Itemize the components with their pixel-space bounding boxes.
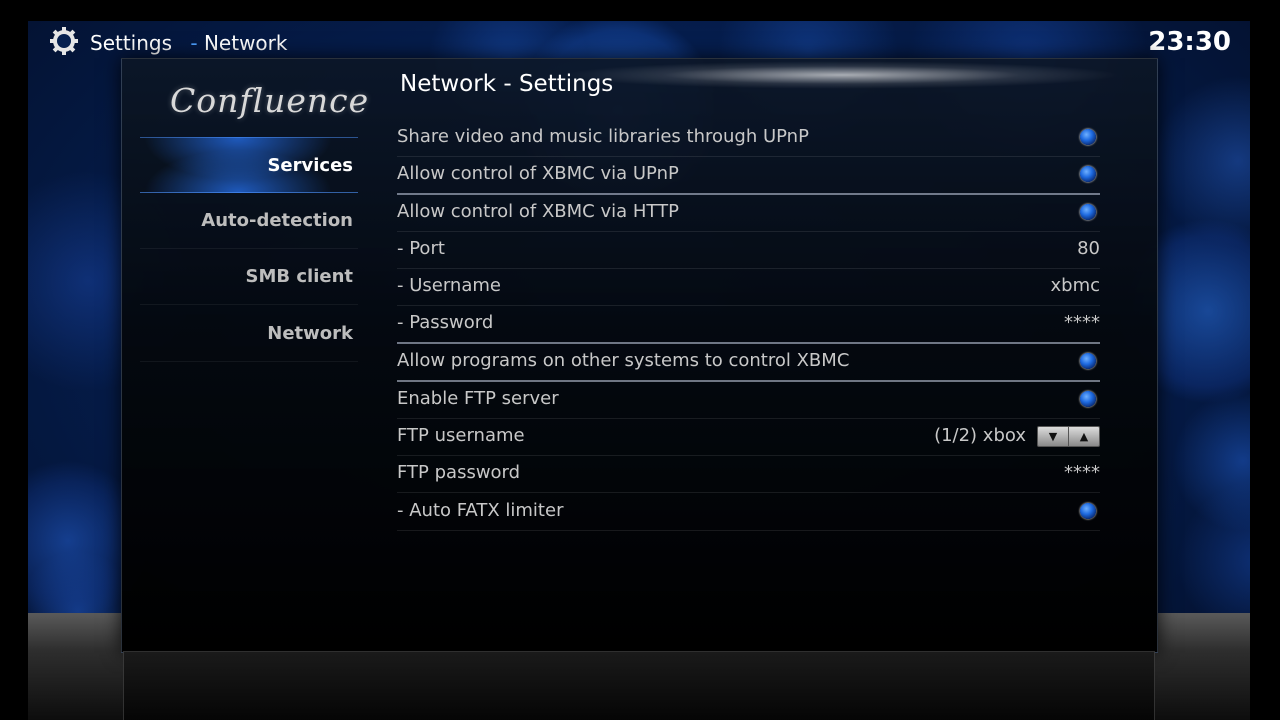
arrow-up-icon[interactable]: ▲ <box>1069 427 1099 446</box>
radio-on-icon[interactable] <box>1080 166 1096 182</box>
page-title: Network - Settings <box>400 71 614 97</box>
setting-label: Allow control of XBMC via HTTP <box>397 201 679 222</box>
setting-label: Allow control of XBMC via UPnP <box>397 163 679 184</box>
setting-label: - Password <box>397 312 494 333</box>
setting-value: 80 <box>1077 238 1100 259</box>
radio-on-icon[interactable] <box>1080 391 1096 407</box>
sidebar-item-label: Auto-detection <box>201 210 353 231</box>
setting-password[interactable]: - Password **** <box>397 305 1100 344</box>
setting-control-upnp[interactable]: Allow control of XBMC via UPnP <box>397 156 1100 195</box>
setting-share-upnp[interactable]: Share video and music libraries through … <box>397 119 1100 157</box>
setting-username[interactable]: - Username xbmc <box>397 268 1100 306</box>
arrow-down-icon[interactable]: ▼ <box>1038 427 1069 446</box>
radio-on-icon[interactable] <box>1080 204 1096 220</box>
setting-label: FTP username <box>397 425 525 446</box>
screen: Settings - Network 23:30 Confluence Serv… <box>28 21 1250 720</box>
breadcrumb: Settings - Network <box>90 31 287 55</box>
breadcrumb-separator: - <box>190 31 198 55</box>
radio-on-icon[interactable] <box>1080 503 1096 519</box>
value-spinner: ▼ ▲ <box>1037 426 1100 447</box>
setting-enable-ftp[interactable]: Enable FTP server <box>397 381 1100 419</box>
setting-remote-control[interactable]: Allow programs on other systems to contr… <box>397 343 1100 382</box>
panel-glare <box>562 61 1122 89</box>
radio-on-icon[interactable] <box>1080 353 1096 369</box>
settings-panel: Confluence Services Auto-detection SMB c… <box>121 58 1158 653</box>
sidebar-item-services[interactable]: Services <box>140 137 358 193</box>
radio-on-icon[interactable] <box>1080 129 1096 145</box>
confluence-logo: Confluence <box>170 81 370 120</box>
sidebar-item-network[interactable]: Network <box>140 306 358 362</box>
setting-ftp-password[interactable]: FTP password **** <box>397 455 1100 493</box>
sidebar-item-auto-detection[interactable]: Auto-detection <box>140 193 358 249</box>
setting-value: **** <box>1064 312 1100 333</box>
clock: 23:30 <box>1148 27 1231 57</box>
setting-label: - Auto FATX limiter <box>397 500 564 521</box>
sidebar-item-label: SMB client <box>245 266 354 287</box>
setting-value: (1/2) xbox <box>934 425 1026 446</box>
setting-label: - Port <box>397 238 445 259</box>
setting-value: **** <box>1064 462 1100 483</box>
breadcrumb-current: Network <box>203 31 288 55</box>
sidebar-item-smb-client[interactable]: SMB client <box>140 249 358 305</box>
setting-port[interactable]: - Port 80 <box>397 231 1100 269</box>
gear-icon <box>50 27 78 55</box>
setting-auto-fatx[interactable]: - Auto FATX limiter <box>397 493 1100 531</box>
breadcrumb-root: Settings <box>90 31 173 55</box>
sidebar-item-label: Services <box>267 155 353 176</box>
setting-label: Allow programs on other systems to contr… <box>397 350 850 371</box>
setting-ftp-username[interactable]: FTP username (1/2) xbox ▼ ▲ <box>397 418 1100 456</box>
setting-value: xbmc <box>1050 275 1100 296</box>
setting-label: - Username <box>397 275 501 296</box>
setting-label: Share video and music libraries through … <box>397 126 809 147</box>
setting-label: FTP password <box>397 462 521 483</box>
setting-label: Enable FTP server <box>397 388 559 409</box>
sidebar-item-label: Network <box>267 323 353 344</box>
bottom-panel <box>123 651 1155 720</box>
setting-control-http[interactable]: Allow control of XBMC via HTTP <box>397 194 1100 232</box>
